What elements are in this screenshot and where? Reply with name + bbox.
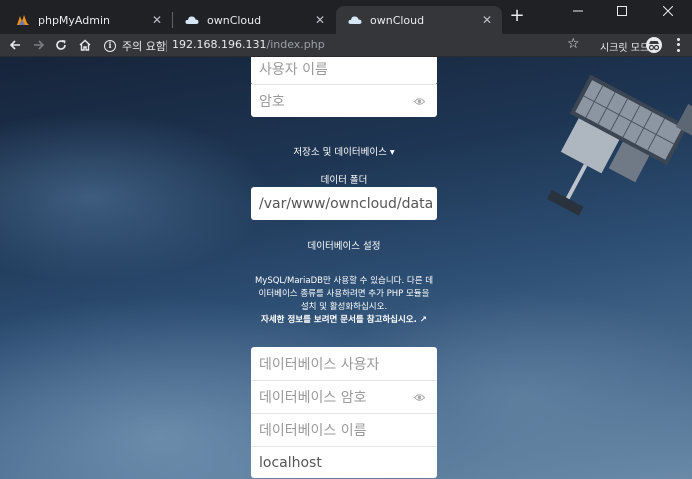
maximize-button[interactable] — [600, 0, 644, 22]
database-host-value: localhost — [259, 454, 322, 471]
eye-icon[interactable] — [414, 97, 425, 106]
storage-database-toggle[interactable]: 저장소 및 데이터베이스 ▾ — [251, 144, 437, 158]
password-field[interactable]: 암호 — [251, 84, 437, 117]
arrow-left-icon — [9, 40, 20, 50]
browser-menu-button[interactable] — [672, 37, 684, 53]
database-name-field[interactable]: 데이터베이스 이름 — [251, 413, 437, 446]
address-bar[interactable]: 192.168.196.131/index.php — [172, 38, 325, 51]
incognito-label[interactable]: 시크릿 모드 — [600, 39, 649, 54]
bookmark-star-icon[interactable]: ☆ — [567, 36, 580, 52]
site-security-indicator[interactable]: i 주의 요함 — [104, 37, 166, 54]
space-station-image — [547, 74, 692, 216]
info-icon: i — [104, 39, 116, 52]
database-host-field[interactable]: localhost — [251, 446, 437, 478]
security-label: 주의 요함 — [122, 39, 166, 53]
url-host: 192.168.196.131 — [172, 38, 267, 51]
home-icon — [79, 39, 91, 51]
omnibox-divider — [166, 40, 167, 52]
database-note-line: 이터베이스 종류를 사용하려면 추가 PHP 모듈을 — [258, 289, 430, 299]
tab-owncloud-1[interactable]: ownCloud ✕ — [173, 6, 335, 34]
phpmyadmin-icon — [16, 13, 30, 27]
close-icon — [663, 6, 673, 16]
maximize-icon — [617, 6, 627, 16]
back-button[interactable] — [6, 36, 24, 54]
close-window-button[interactable] — [646, 0, 690, 22]
forward-button[interactable] — [30, 36, 48, 54]
database-name-placeholder: 데이터베이스 이름 — [259, 423, 367, 439]
username-placeholder: 사용자 이름 — [259, 61, 328, 78]
owncloud-setup-page: 사용자 이름 암호 저장소 및 데이터베이스 ▾ 데이터 폴더 /var/www… — [0, 57, 692, 479]
database-note: MySQL/MariaDB만 사용할 수 있습니다. 다른 데 이터베이스 종류… — [242, 275, 446, 327]
data-folder-input[interactable]: /var/www/owncloud/data — [251, 187, 437, 220]
browser-toolbar: i 주의 요함 192.168.196.131/index.php ☆ 시크릿 … — [0, 34, 692, 57]
arrow-right-icon — [34, 40, 45, 50]
reload-button[interactable] — [52, 36, 70, 54]
owncloud-icon — [348, 13, 362, 27]
database-note-line: MySQL/MariaDB만 사용할 수 있습니다. 다른 데 — [254, 276, 434, 286]
data-folder-label: 데이터 폴더 — [320, 175, 368, 186]
incognito-icon[interactable] — [646, 37, 662, 53]
database-user-field[interactable]: 데이터베이스 사용자 — [251, 347, 437, 380]
database-password-field[interactable]: 데이터베이스 암호 — [251, 380, 437, 413]
database-note-line: 설치 및 활성화하십시오. — [300, 302, 388, 312]
documentation-link[interactable]: 자세한 정보를 보려면 문서를 참고하십시오. ↗ — [261, 315, 427, 325]
password-placeholder: 암호 — [259, 94, 285, 110]
close-tab-icon[interactable]: ✕ — [313, 13, 327, 27]
home-button[interactable] — [76, 36, 94, 54]
database-password-placeholder: 데이터베이스 암호 — [259, 390, 367, 406]
tab-title: ownCloud — [370, 13, 425, 27]
close-tab-icon[interactable]: ✕ — [150, 13, 164, 27]
database-user-placeholder: 데이터베이스 사용자 — [259, 356, 380, 373]
tab-title: phpMyAdmin — [38, 13, 110, 27]
tab-strip: phpMyAdmin ✕ ownCloud ✕ ownCloud ✕ + — [0, 0, 692, 34]
minimize-icon — [573, 10, 583, 12]
data-folder-value: /var/www/owncloud/data — [259, 195, 434, 212]
tab-owncloud-active[interactable]: ownCloud ✕ — [336, 6, 502, 34]
new-tab-button[interactable]: + — [508, 7, 526, 26]
close-tab-icon[interactable]: ✕ — [480, 13, 494, 27]
eye-icon[interactable] — [414, 393, 425, 402]
minimize-button[interactable] — [556, 0, 600, 22]
tab-title: ownCloud — [207, 13, 262, 27]
username-field[interactable]: 사용자 이름 — [251, 57, 437, 85]
owncloud-icon — [185, 13, 199, 27]
url-path: /index.php — [266, 38, 325, 51]
database-config-label: 데이터베이스 설정 — [307, 241, 381, 252]
tab-phpmyadmin[interactable]: phpMyAdmin ✕ — [4, 6, 172, 34]
reload-icon — [56, 40, 66, 50]
